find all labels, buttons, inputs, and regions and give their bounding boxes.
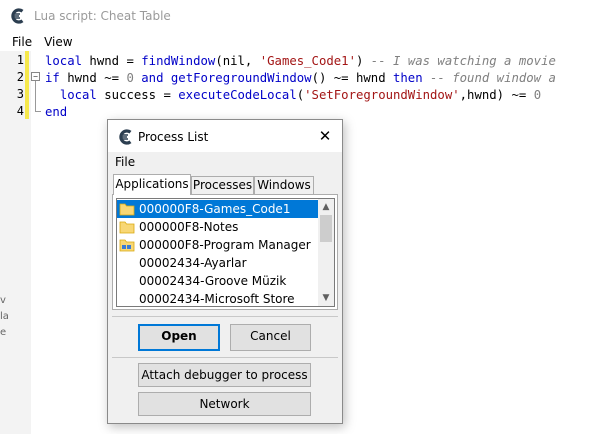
background-text-fragment: la xyxy=(0,311,9,322)
code-token: hwnd ~= xyxy=(59,71,127,85)
close-icon[interactable]: ✕ xyxy=(314,126,336,146)
code-token: then xyxy=(393,71,423,85)
fold-toggle-icon[interactable]: − xyxy=(31,72,40,81)
code-token: findWindow xyxy=(141,54,216,68)
scrollbar-thumb[interactable] xyxy=(320,215,332,242)
window-titlebar[interactable]: Lua script: Cheat Table xyxy=(0,0,593,32)
modified-lines-marker xyxy=(25,51,29,119)
code-token: and xyxy=(141,71,164,85)
code-token: ) xyxy=(355,54,371,68)
code-token: 0 xyxy=(533,88,542,102)
line-number: 3 xyxy=(16,87,24,101)
code-token: 0 xyxy=(126,71,134,85)
code-token: local xyxy=(59,88,97,102)
process-list-item[interactable]: 00002434-Microsoft Store xyxy=(117,290,320,306)
line-number: 1 xyxy=(16,53,24,67)
process-list-item[interactable]: 00002434-Groove Müzik xyxy=(117,272,320,290)
tab-processes[interactable]: Processes xyxy=(191,176,254,195)
process-label: 000000F8-Games_Code1 xyxy=(139,202,291,216)
line-number: 2 xyxy=(16,70,24,84)
code-token: -- I was watching a movie xyxy=(370,54,556,68)
process-list-dialog: Process List ✕ File Applications Process… xyxy=(107,119,343,424)
code-token: ,hwnd) ~= xyxy=(459,88,534,102)
process-label: 00002434-Microsoft Store xyxy=(139,292,295,306)
process-label: 000000F8-Notes xyxy=(139,220,239,234)
process-label: 00002434-Groove Müzik xyxy=(139,274,287,288)
process-list-item[interactable]: 000000F8-Notes xyxy=(117,218,320,236)
code-token: executeCodeLocal xyxy=(178,88,297,102)
process-label: 000000F8-Program Manager xyxy=(139,238,311,252)
attach-debugger-button[interactable]: Attach debugger to process xyxy=(138,363,311,387)
code-token: getForegroundWindow xyxy=(170,71,312,85)
menu-view[interactable]: View xyxy=(40,35,80,49)
fold-guide-end xyxy=(35,111,41,112)
process-list-item[interactable]: 000000F8-Program Manager xyxy=(117,236,320,254)
divider xyxy=(112,316,338,317)
code-token: 'Games_Code1' xyxy=(259,54,356,68)
code-token: -- found window a xyxy=(430,71,556,85)
open-button[interactable]: Open xyxy=(138,324,220,351)
dialog-title: Process List xyxy=(138,130,209,144)
code-line[interactable]: local success = executeCodeLocal('SetFor… xyxy=(45,87,541,104)
code-token: if xyxy=(45,71,60,85)
network-button[interactable]: Network xyxy=(138,392,311,416)
applications-panel: 00002434-Microsoft Store 00002434-Groove … xyxy=(112,194,338,310)
line-number: 4 xyxy=(16,104,24,118)
scroll-down-icon[interactable]: ▼ xyxy=(318,290,334,306)
code-token: success = xyxy=(96,88,179,102)
menu-file[interactable]: File xyxy=(0,35,40,49)
cheat-engine-icon xyxy=(119,129,132,145)
code-token: (nil, xyxy=(215,54,260,68)
process-list-item[interactable]: 000000F8-Games_Code1 xyxy=(117,200,320,218)
folder-icon xyxy=(119,203,135,216)
folder-icon xyxy=(119,221,135,234)
code-token: 'SetForegroundWindow' xyxy=(304,88,460,102)
scroll-up-icon[interactable]: ▲ xyxy=(318,199,334,215)
window-title: Lua script: Cheat Table xyxy=(34,9,171,23)
code-token: local xyxy=(45,54,83,68)
tab-applications[interactable]: Applications xyxy=(113,174,191,195)
process-list-item[interactable]: 00002434-Ayarlar xyxy=(117,254,320,272)
dialog-menu-file[interactable]: File xyxy=(115,155,135,169)
menu-bar: File View xyxy=(0,32,593,51)
background-text-fragment: v xyxy=(0,295,6,306)
code-line[interactable]: local hwnd = findWindow(nil, 'Games_Code… xyxy=(45,53,556,70)
code-token: end xyxy=(45,105,68,119)
code-token: () ~= hwnd xyxy=(311,71,393,85)
code-line[interactable]: if hwnd ~= 0 and getForegroundWindow() ~… xyxy=(45,70,556,87)
cheat-engine-icon xyxy=(11,8,24,24)
process-listbox[interactable]: 00002434-Microsoft Store 00002434-Groove … xyxy=(116,198,335,307)
tab-windows[interactable]: Windows xyxy=(254,176,314,195)
dialog-menu-bar: File xyxy=(108,152,342,171)
program-manager-icon xyxy=(119,239,135,252)
divider xyxy=(112,357,338,358)
fold-guide xyxy=(35,81,36,111)
code-token: hwnd = xyxy=(82,54,142,68)
dialog-titlebar[interactable]: Process List ✕ xyxy=(108,120,342,152)
process-label: 00002434-Ayarlar xyxy=(139,256,247,270)
cancel-button[interactable]: Cancel xyxy=(230,324,311,351)
background-text-fragment: e xyxy=(0,327,7,338)
vertical-scrollbar[interactable]: ▲ ▼ xyxy=(318,199,334,306)
code-line[interactable]: end xyxy=(45,104,67,121)
